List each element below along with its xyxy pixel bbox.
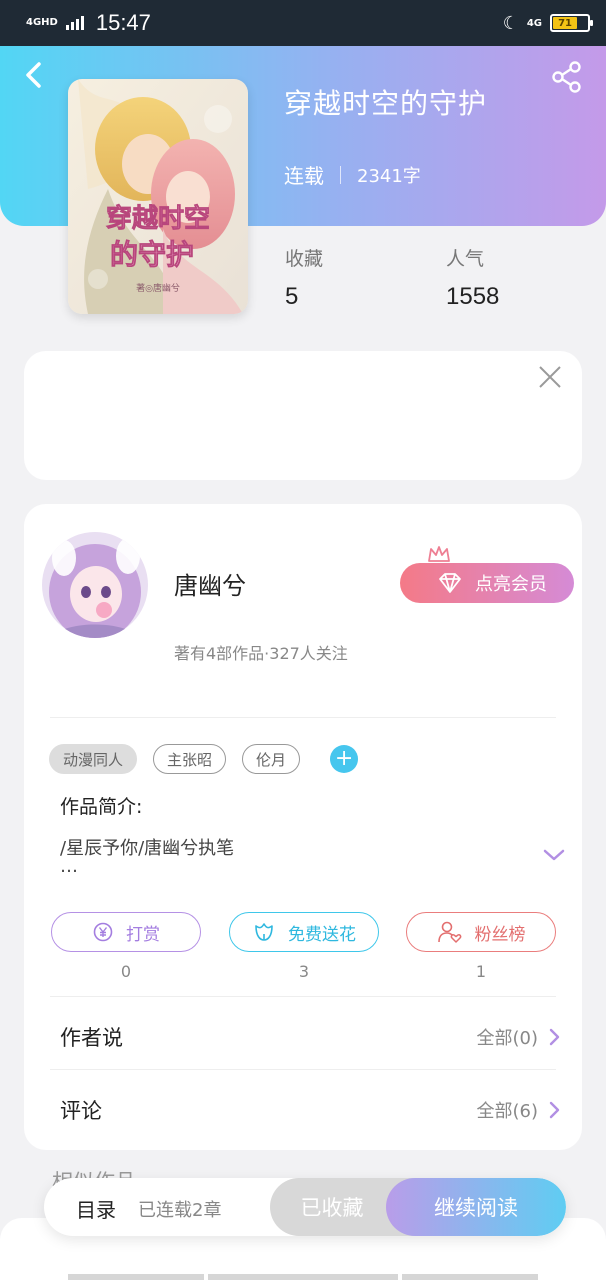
collected-label: 已收藏 bbox=[300, 1196, 364, 1220]
cover-title-line2: 的守护 bbox=[110, 238, 194, 271]
author-name[interactable]: 唐幽兮 bbox=[174, 566, 246, 601]
stat-favorites-label: 收藏 bbox=[285, 248, 324, 270]
ad-close-button[interactable] bbox=[536, 363, 564, 391]
cover-title-line1: 穿越时空 bbox=[106, 203, 210, 234]
tag-item[interactable]: 动漫同人 bbox=[49, 744, 138, 774]
stat-favorites: 收藏 5 bbox=[285, 244, 323, 311]
similar-work-thumb[interactable] bbox=[402, 1274, 538, 1280]
divider bbox=[50, 1069, 556, 1070]
close-icon bbox=[539, 366, 561, 388]
intro-expand-button[interactable] bbox=[542, 846, 566, 864]
signal-icon bbox=[65, 16, 84, 30]
fan-ranking-button[interactable]: 粉丝榜 bbox=[406, 912, 556, 952]
similar-work-thumb[interactable] bbox=[68, 1274, 204, 1280]
flower-count: 3 bbox=[298, 962, 310, 981]
stat-popularity-value: 1558 bbox=[446, 283, 500, 310]
book-meta: 连载 2341字 bbox=[284, 160, 421, 189]
intro-ellipsis: … bbox=[60, 856, 78, 877]
yen-coin-icon bbox=[93, 922, 113, 942]
book-detail-card: 唐幽兮 点亮会员 著有4部作品·327人关注 动漫同人 主张昭 伦月 + 作品简… bbox=[24, 504, 582, 1150]
status-time: 15:47 bbox=[95, 10, 151, 35]
cover-author: 著◎唐幽兮 bbox=[136, 282, 180, 294]
share-icon bbox=[552, 61, 581, 93]
flower-icon bbox=[255, 923, 273, 941]
vip-button[interactable]: 点亮会员 bbox=[400, 563, 574, 603]
battery-level: 71 bbox=[553, 17, 578, 29]
tag-list: 动漫同人 主张昭 伦月 + bbox=[49, 744, 359, 774]
back-button[interactable] bbox=[22, 60, 52, 94]
network-right-label: 4G bbox=[526, 17, 542, 29]
ad-card bbox=[24, 351, 582, 480]
reward-button[interactable]: 打赏 bbox=[51, 912, 201, 952]
author-notes-all: 全部(0) bbox=[476, 1028, 539, 1049]
comments-label: 评论 bbox=[60, 1099, 102, 1123]
similar-work-thumb[interactable] bbox=[208, 1274, 398, 1280]
vip-button-label: 点亮会员 bbox=[475, 574, 547, 595]
book-cover[interactable]: 穿越时空 的守护 著◎唐幽兮 bbox=[68, 79, 248, 314]
comments-row[interactable]: 评论 全部(6) bbox=[60, 1090, 560, 1130]
tag-item[interactable]: 主张昭 bbox=[153, 744, 227, 774]
chevron-right-icon bbox=[549, 1028, 560, 1046]
author-notes-label: 作者说 bbox=[60, 1026, 123, 1050]
fan-ranking-label: 粉丝榜 bbox=[474, 924, 526, 945]
divider bbox=[50, 717, 556, 718]
continue-reading-button[interactable]: 继续阅读 bbox=[386, 1178, 566, 1236]
network-label: 4GHD bbox=[26, 17, 58, 28]
share-button[interactable] bbox=[550, 60, 584, 94]
book-status: 连载 bbox=[284, 164, 324, 188]
intro-text: /星辰予你/唐幽兮执笔 bbox=[60, 838, 235, 859]
book-title: 穿越时空的守护 bbox=[284, 87, 488, 120]
plus-icon: + bbox=[334, 746, 354, 771]
back-arrow-icon bbox=[26, 62, 41, 88]
reward-count: 0 bbox=[120, 962, 132, 981]
stat-popularity: 人气 1558 bbox=[446, 244, 499, 311]
moon-icon: ☾ bbox=[502, 12, 519, 34]
serial-chapters: 已连载2章 bbox=[138, 1200, 222, 1221]
stat-popularity-label: 人气 bbox=[446, 248, 485, 270]
chevron-down-icon bbox=[543, 849, 565, 861]
crown-icon bbox=[428, 546, 450, 562]
battery-icon: 71 bbox=[550, 14, 593, 32]
author-avatar[interactable] bbox=[42, 532, 148, 638]
tag-item[interactable]: 伦月 bbox=[242, 744, 301, 774]
chevron-right-icon bbox=[549, 1101, 560, 1119]
toc-button[interactable]: 目录 bbox=[76, 1194, 116, 1223]
send-flower-label: 免费送花 bbox=[288, 924, 356, 945]
user-heart-icon bbox=[437, 921, 461, 943]
divider bbox=[50, 996, 556, 997]
continue-reading-label: 继续阅读 bbox=[434, 1196, 518, 1220]
author-notes-row[interactable]: 作者说 全部(0) bbox=[60, 1017, 560, 1057]
author-info: 著有4部作品·327人关注 bbox=[174, 644, 348, 663]
comments-all: 全部(6) bbox=[476, 1101, 539, 1122]
meta-divider bbox=[340, 165, 341, 184]
add-tag-button[interactable]: + bbox=[330, 745, 359, 773]
stat-favorites-value: 5 bbox=[285, 283, 299, 310]
reward-label: 打赏 bbox=[126, 924, 160, 945]
diamond-icon bbox=[439, 573, 461, 593]
status-bar: 4GHD 15:47 ☾ 4G 71 bbox=[0, 0, 606, 46]
send-flower-button[interactable]: 免费送花 bbox=[229, 912, 379, 952]
book-word-count: 2341字 bbox=[357, 165, 421, 187]
bottom-action-bar: 目录 已连载2章 已收藏 继续阅读 bbox=[44, 1178, 566, 1236]
intro-label: 作品简介: bbox=[60, 796, 143, 818]
fans-count: 1 bbox=[475, 962, 487, 981]
